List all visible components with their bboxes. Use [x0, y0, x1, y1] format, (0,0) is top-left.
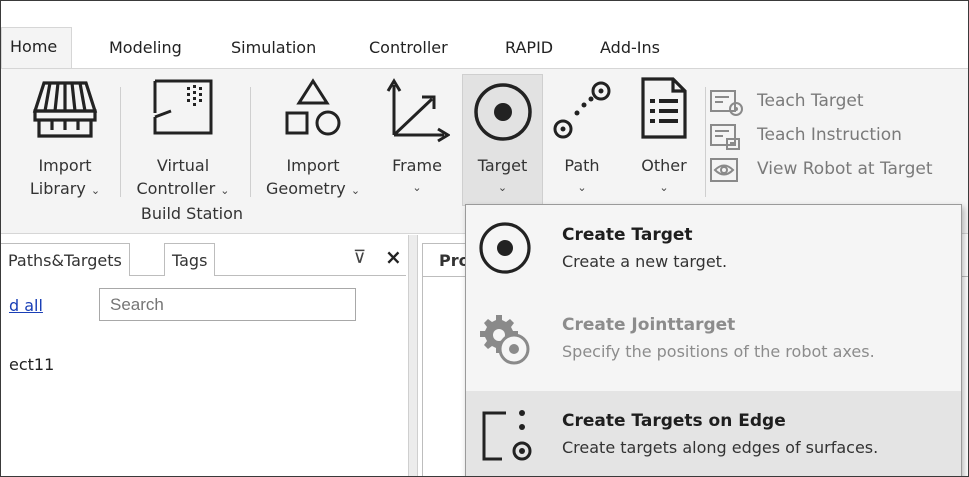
tab-tags[interactable]: Tags: [164, 243, 216, 276]
menu-item-title: Create Targets on Edge: [562, 411, 786, 431]
tab-rapid[interactable]: RAPID: [501, 31, 557, 64]
virtual-controller-label-2: Controller: [136, 179, 216, 198]
ribbon-separator: [705, 87, 706, 197]
import-library-label-1: Import: [38, 156, 92, 175]
close-icon[interactable]: ×: [385, 245, 402, 269]
library-icon: [32, 81, 98, 138]
pin-dropdown-icon[interactable]: ⊽: [353, 247, 366, 268]
target-icon: [479, 222, 531, 274]
target-dropdown-menu: Create Target Create a new target. Creat…: [465, 204, 962, 476]
import-geometry-label-1: Import: [286, 156, 340, 175]
frame-button[interactable]: Frame ⌄: [379, 69, 455, 219]
gear-target-icon: [480, 315, 530, 365]
tab-modeling[interactable]: Modeling: [105, 31, 186, 64]
menu-item-create-target[interactable]: Create Target Create a new target.: [466, 205, 961, 293]
chevron-down-icon: ⌄: [577, 181, 587, 194]
virtual-controller-button[interactable]: Virtual Controller ⌄: [123, 69, 243, 219]
import-library-button[interactable]: Import Library ⌄: [17, 69, 113, 219]
controller-icon: [153, 79, 213, 135]
chevron-down-icon: ⌄: [412, 181, 422, 194]
ribbon-tab-bar: Home Modeling Simulation Controller RAPI…: [1, 1, 968, 69]
menu-item-create-targets-on-edge[interactable]: Create Targets on Edge Create targets al…: [466, 391, 961, 476]
tree-item[interactable]: ect11: [9, 355, 54, 374]
teach-instruction-label: Teach Instruction: [757, 125, 902, 145]
target-label: Target: [477, 156, 528, 175]
tab-home[interactable]: Home: [1, 27, 73, 69]
chevron-down-icon: ⌄: [90, 184, 101, 197]
import-geometry-button[interactable]: Import Geometry ⌄: [255, 69, 371, 219]
menu-item-title: Create Target: [562, 225, 693, 245]
chevron-down-icon: ⌄: [350, 184, 361, 197]
paths-targets-panel: Paths&Targets Tags ⊽ × d all ect11: [1, 235, 411, 476]
import-geometry-label-2: Geometry: [265, 179, 346, 198]
chevron-down-icon: ⌄: [220, 184, 230, 197]
virtual-controller-label-1: Virtual: [156, 156, 210, 175]
panel-splitter[interactable]: [408, 235, 418, 476]
other-label: Other: [641, 156, 687, 175]
menu-item-description: Create targets along edges of surfaces.: [562, 438, 879, 457]
tab-simulation[interactable]: Simulation: [227, 31, 320, 64]
expand-all-link[interactable]: d all: [9, 296, 43, 315]
tab-controller[interactable]: Controller: [365, 31, 452, 64]
path-button[interactable]: Path ⌄: [547, 69, 617, 219]
frame-axes-icon: [386, 78, 450, 143]
build-station-group-label: Build Station: [140, 204, 244, 223]
search-input[interactable]: [99, 288, 356, 321]
frame-label: Frame: [392, 156, 442, 175]
menu-item-description: Specify the positions of the robot axes.: [562, 342, 875, 361]
ribbon-separator: [250, 87, 251, 197]
tab-paths-targets[interactable]: Paths&Targets: [1, 243, 130, 276]
import-library-label-2: Library: [29, 179, 86, 198]
tab-add-ins[interactable]: Add-Ins: [596, 31, 664, 64]
chevron-down-icon: ⌄: [497, 181, 508, 194]
teach-target-icon: [710, 90, 743, 116]
teach-target-label: Teach Target: [757, 91, 864, 111]
target-icon: [474, 83, 532, 141]
app-window: Home Modeling Simulation Controller RAPI…: [0, 0, 969, 477]
edge-target-icon: [482, 410, 532, 461]
path-icon: [553, 81, 611, 139]
other-button[interactable]: Other ⌄: [627, 69, 701, 219]
chevron-down-icon: ⌄: [659, 181, 669, 194]
menu-item-create-jointtarget[interactable]: Create Jointtarget Specify the positions…: [466, 295, 961, 383]
menu-item-description: Create a new target.: [562, 252, 728, 271]
geometry-icon: [285, 78, 341, 136]
path-label: Path: [564, 156, 600, 175]
target-button[interactable]: Target ⌄: [462, 74, 543, 206]
document-list-icon: [641, 77, 687, 139]
ribbon-separator: [120, 87, 121, 197]
view-robot-icon: [710, 158, 738, 182]
view-robot-at-target-label: View Robot at Target: [757, 159, 933, 179]
teach-instruction-icon: [710, 124, 740, 150]
panel-tab-strip: Paths&Targets Tags ⊽ ×: [1, 243, 406, 276]
menu-item-title: Create Jointtarget: [562, 315, 736, 335]
